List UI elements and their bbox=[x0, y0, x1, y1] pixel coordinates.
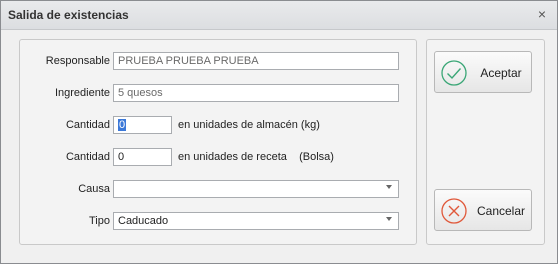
causa-combo[interactable] bbox=[113, 180, 399, 198]
cantidad-almacen-label: Cantidad bbox=[65, 119, 110, 131]
title-bar: Salida de existencias × bbox=[1, 1, 557, 30]
cantidad-receta-field[interactable]: 0 bbox=[113, 148, 172, 166]
responsable-label: Responsable bbox=[45, 55, 110, 67]
chevron-down-icon[interactable] bbox=[386, 217, 392, 221]
causa-label: Causa bbox=[78, 183, 110, 195]
accept-button[interactable]: Aceptar bbox=[434, 51, 532, 93]
cancel-label: Cancelar bbox=[476, 204, 526, 218]
check-circle-icon bbox=[441, 60, 467, 86]
cancel-button[interactable]: Cancelar bbox=[434, 189, 532, 231]
x-circle-icon bbox=[441, 198, 467, 224]
close-icon[interactable]: × bbox=[535, 7, 549, 21]
tipo-combo[interactable]: Caducado bbox=[113, 212, 399, 230]
cantidad-almacen-unit: en unidades de almacén (kg) bbox=[178, 119, 320, 131]
window-title: Salida de existencias bbox=[8, 8, 129, 22]
responsable-value: PRUEBA PRUEBA PRUEBA bbox=[118, 55, 259, 67]
ingrediente-label: Ingrediente bbox=[54, 87, 110, 99]
tipo-value: Caducado bbox=[118, 215, 169, 227]
chevron-down-icon[interactable] bbox=[386, 185, 392, 189]
cantidad-receta-value: 0 bbox=[118, 151, 125, 163]
dialog-window: Salida de existencias × Responsable PRUE… bbox=[0, 0, 558, 264]
cantidad-receta-label: Cantidad bbox=[65, 151, 110, 163]
responsable-field[interactable]: PRUEBA PRUEBA PRUEBA bbox=[113, 52, 399, 70]
ingrediente-value: 5 quesos bbox=[118, 87, 163, 99]
cantidad-almacen-field[interactable]: 0 bbox=[113, 116, 172, 134]
actions-panel: Aceptar Cancelar bbox=[426, 39, 545, 245]
accept-label: Aceptar bbox=[480, 66, 522, 80]
cantidad-receta-unit: en unidades de receta (Bolsa) bbox=[178, 151, 334, 163]
ingrediente-field[interactable]: 5 quesos bbox=[113, 84, 399, 102]
cantidad-almacen-value: 0 bbox=[118, 119, 127, 131]
fields-panel: Responsable PRUEBA PRUEBA PRUEBA Ingredi… bbox=[19, 39, 417, 245]
tipo-label: Tipo bbox=[89, 215, 110, 227]
